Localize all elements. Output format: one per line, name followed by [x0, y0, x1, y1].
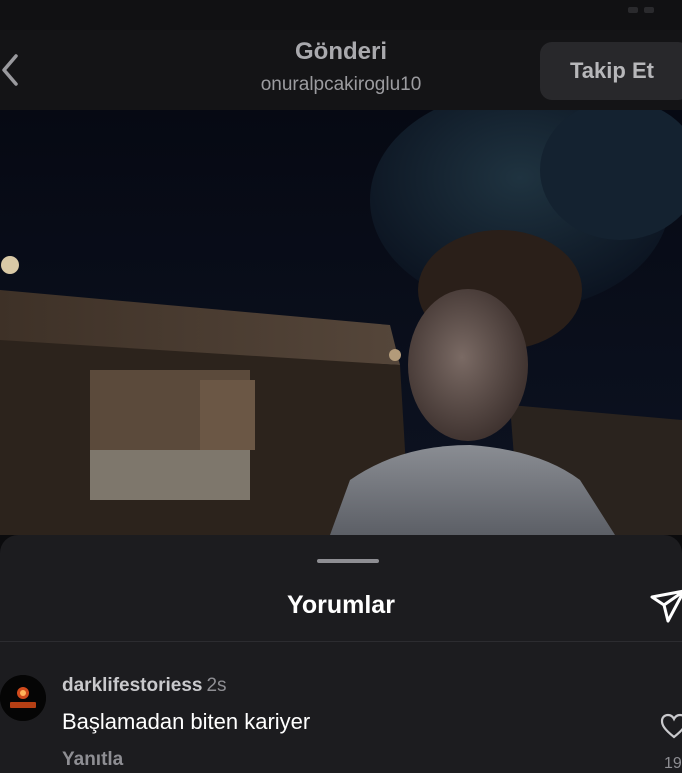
share-button[interactable] — [648, 585, 682, 625]
comment-username-text[interactable]: darklifestoriess — [62, 675, 202, 696]
heart-icon — [660, 713, 682, 739]
reply-button[interactable]: Yanıtla — [62, 749, 123, 771]
status-bar — [0, 0, 682, 30]
divider — [0, 641, 682, 642]
follow-button[interactable]: Takip Et — [540, 42, 682, 100]
sheet-drag-handle[interactable] — [317, 559, 379, 563]
like-count: 19 — [664, 755, 682, 772]
comments-sheet: Yorumlar darklifestoriess 2s Başlamadan b… — [0, 535, 682, 773]
post-header: Gönderi onuralpcakiroglu10 Takip Et — [0, 30, 682, 110]
post-photo[interactable] — [0, 110, 682, 535]
comment-time: 2s — [206, 675, 227, 696]
send-icon — [650, 589, 682, 623]
skull-logo-icon — [0, 675, 46, 721]
status-icons — [622, 0, 662, 13]
comment-text: Başlamadan biten kariyer — [62, 709, 311, 734]
comments-title: Yorumlar — [287, 591, 395, 619]
comment-username[interactable]: darklifestoriess 2s — [62, 675, 227, 697]
post-image — [0, 110, 682, 535]
like-button[interactable] — [660, 713, 682, 739]
avatar[interactable] — [0, 675, 46, 721]
